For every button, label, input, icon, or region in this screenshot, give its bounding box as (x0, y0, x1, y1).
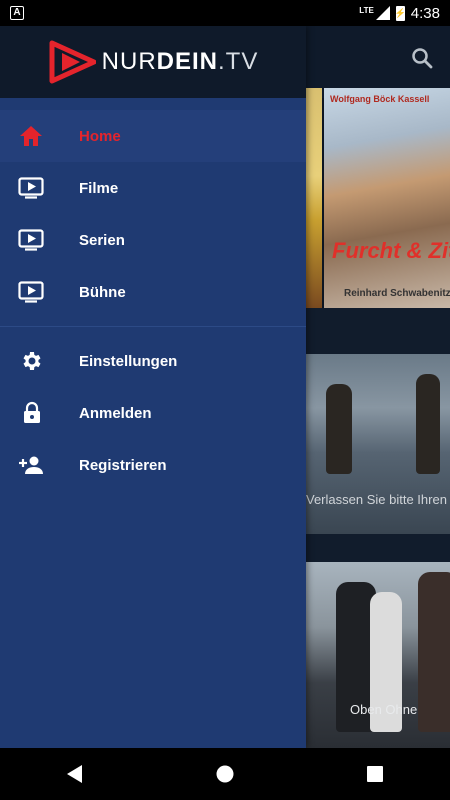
menu-item-label: Home (79, 127, 121, 145)
menu-item-label: Anmelden (79, 404, 152, 422)
section-divider (306, 308, 450, 354)
drawer-menu: Home Filme Serien Bühne Einstellungen An… (0, 110, 306, 491)
search-icon[interactable] (410, 46, 434, 70)
poster-cast: Wolfgang Böck Kassell (330, 94, 430, 104)
movie-poster[interactable]: Wolfgang Böck Kassell Furcht & Zittern R… (324, 88, 450, 308)
tv-play-icon (18, 281, 44, 303)
poster-credit: Reinhard Schwabenitzky (344, 288, 450, 299)
play-logo-icon (49, 40, 96, 84)
menu-item-anmelden[interactable]: Anmelden (0, 387, 306, 439)
menu-item-label: Filme (79, 179, 119, 197)
movie-thumbnail[interactable]: Verlassen Sie bitte Ihren M (306, 354, 450, 534)
menu-item-buehne[interactable]: Bühne (0, 266, 306, 318)
battery-icon: ⚡ (395, 5, 406, 21)
menu-item-label: Einstellungen (79, 352, 178, 370)
lock-icon (24, 401, 40, 423)
clock: 4:38 (410, 4, 440, 22)
menu-item-registrieren[interactable]: Registrieren (0, 439, 306, 491)
menu-item-label: Registrieren (79, 456, 167, 474)
signal-icon (375, 6, 390, 20)
tv-play-icon (18, 229, 44, 251)
recents-button[interactable] (355, 754, 395, 794)
brand-logo: NURDEIN.TV (48, 39, 259, 85)
gear-icon (23, 352, 41, 370)
menu-item-label: Serien (79, 231, 125, 249)
home-icon (20, 126, 42, 146)
thumbnail-caption: Verlassen Sie bitte Ihren M (306, 492, 450, 507)
poster-title: Furcht & Zittern (332, 238, 450, 263)
brand-wordmark: NURDEIN.TV (101, 48, 259, 75)
menu-item-label: Bühne (79, 283, 126, 301)
add-user-icon (19, 456, 43, 474)
movie-thumbnail[interactable]: Oben Ohne (306, 562, 450, 748)
movie-poster[interactable] (306, 88, 322, 308)
app-notification-icon: A (10, 6, 24, 20)
back-icon (67, 765, 82, 783)
navigation-drawer: NURDEIN.TV Home Filme Serien Bühne Einst… (0, 26, 306, 748)
drawer-header: NURDEIN.TV (0, 26, 306, 98)
recents-icon (367, 766, 383, 782)
network-type: LTE (359, 5, 374, 15)
section-divider (306, 534, 450, 562)
menu-item-serien[interactable]: Serien (0, 214, 306, 266)
menu-item-filme[interactable]: Filme (0, 162, 306, 214)
home-button[interactable] (205, 754, 245, 794)
back-button[interactable] (55, 754, 95, 794)
thumbnail-caption: Oben Ohne (350, 702, 418, 717)
system-nav-bar (0, 748, 450, 800)
home-circle-icon (216, 765, 234, 783)
menu-divider (0, 326, 306, 327)
status-bar: A LTE ⚡ 4:38 (0, 0, 450, 26)
tv-play-icon (18, 177, 44, 199)
menu-item-home[interactable]: Home (0, 110, 306, 162)
menu-item-einstellungen[interactable]: Einstellungen (0, 335, 306, 387)
